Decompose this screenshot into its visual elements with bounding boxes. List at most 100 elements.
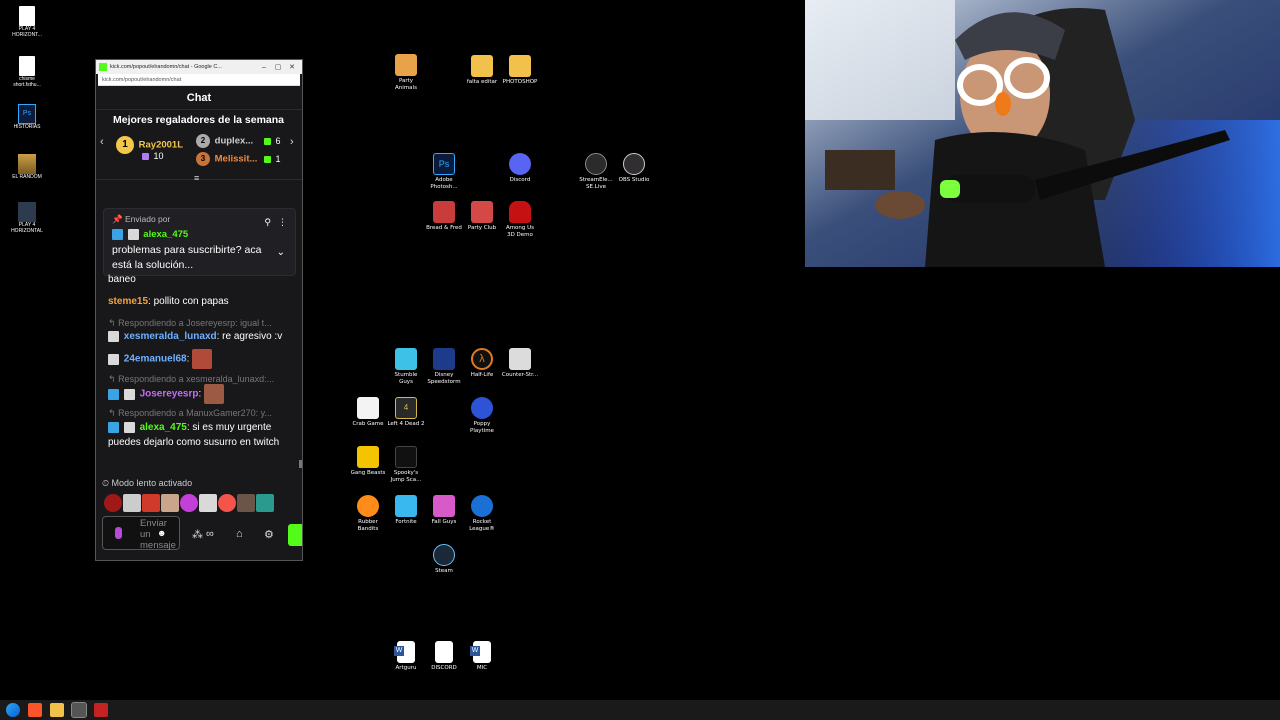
- message-text: baneo: [108, 274, 136, 285]
- webcam-feed-image: [805, 0, 1280, 267]
- icon-label: Spooky's Jump Sca...: [390, 470, 422, 483]
- users-icon[interactable]: ⁂: [192, 528, 203, 541]
- desktop-icon-counter-strike[interactable]: Counter-Str...: [494, 348, 546, 379]
- icon-label: MIC: [476, 665, 488, 671]
- chevron-down-icon[interactable]: ⌄: [277, 247, 285, 258]
- desktop-icon-mic[interactable]: W MIC: [456, 641, 508, 672]
- chat-username[interactable]: steme15: [108, 296, 148, 307]
- chat-username[interactable]: 24emanuel68: [124, 354, 187, 365]
- desktop-icon-party-animals[interactable]: Party Animals: [380, 54, 432, 92]
- windows-icon[interactable]: [6, 703, 20, 717]
- desktop-icon-adobe-photoshop[interactable]: Ps Adobe Photosh...: [418, 153, 470, 191]
- emote-icon[interactable]: [123, 494, 141, 512]
- desktop-icon-photoshop-folder[interactable]: PHOTOSHOP: [494, 55, 546, 86]
- desktop-icon-play4-horizontal-video[interactable]: PLAY 4 HORIZONTAL: [8, 202, 46, 234]
- pinned-message[interactable]: 📌 Enviado por ⚲ ⋮ alexa_475 problemas pa…: [103, 208, 296, 276]
- gifters-title: Mejores regaladores de la semana: [113, 114, 284, 126]
- emote-icon[interactable]: [104, 494, 122, 512]
- desktop-icon-poppy-playtime[interactable]: Poppy Playtime: [456, 397, 508, 435]
- url-bar[interactable]: kick.com/popout/elrandomn/chat: [98, 74, 300, 86]
- desktop-icon-spookys-jump-scare[interactable]: Spooky's Jump Sca...: [380, 446, 432, 484]
- icon-label: PHOTOSHOP: [502, 79, 538, 85]
- chat-input[interactable]: Enviar un mensaje ☻: [102, 516, 180, 551]
- chat-username[interactable]: xesmeralda_lunaxd: [124, 331, 217, 342]
- slow-mode-notice: ⏲ Modo lento activado: [102, 478, 192, 489]
- streamlabs-icon[interactable]: [94, 703, 108, 717]
- desktop-icon-chisme-short[interactable]: chisme short.fsthu...: [8, 56, 46, 88]
- gifter-2: 2 duplex...: [196, 134, 253, 148]
- unpin-icon[interactable]: ⚲: [264, 217, 271, 228]
- reply-reference[interactable]: ↰ Respondiendo a ManuxGamer270: y...: [108, 408, 288, 419]
- chat-popout-window[interactable]: kick.com/popout/elrandomn/chat - Google …: [95, 59, 303, 561]
- chat-username[interactable]: Josereyesrp: [140, 389, 199, 400]
- emote-bar[interactable]: [104, 494, 274, 512]
- desktop-icon-rocket-league[interactable]: Rocket League®: [456, 495, 508, 533]
- more-options-icon[interactable]: ⋮: [278, 217, 287, 228]
- emote-icon[interactable]: [256, 494, 274, 512]
- reply-text: Respondiendo a Josereyesrp: igual t...: [118, 318, 272, 328]
- desktop-icon-discord[interactable]: Discord: [494, 153, 546, 184]
- desktop-icon-historias[interactable]: Ps HISTORIAS: [8, 104, 46, 130]
- desktop-icon-obs-studio[interactable]: OBS Studio: [608, 153, 660, 184]
- desktop-icon-steam[interactable]: Steam: [418, 544, 470, 575]
- collapse-icon[interactable]: ≡: [194, 173, 199, 183]
- message-text: :: [186, 353, 190, 365]
- reply-icon: ↰: [108, 374, 116, 384]
- icon-label: HISTORIAS: [13, 124, 41, 130]
- brave-icon[interactable]: [28, 703, 42, 717]
- chat-message: xesmeralda_lunaxd: re agresivo :v: [108, 329, 290, 344]
- emote-image: [204, 384, 225, 404]
- emote-icon[interactable]: [199, 494, 217, 512]
- chat-username[interactable]: alexa_475: [140, 422, 187, 433]
- infinity-icon[interactable]: ∞: [206, 528, 214, 540]
- desktop-icon-among-us[interactable]: Among Us 3D Demo: [494, 201, 546, 239]
- icon-label: PLAY 4 HORIZONTAL: [11, 222, 43, 234]
- emoji-icon[interactable]: ☻: [157, 528, 166, 538]
- streamelements-icon: [585, 153, 607, 175]
- pinned-user: alexa_475: [143, 229, 189, 241]
- emote-icon[interactable]: [237, 494, 255, 512]
- scrollbar-thumb[interactable]: [299, 460, 302, 468]
- chevron-right-icon[interactable]: ›: [290, 136, 294, 148]
- reply-text: Respondiendo a xesmeralda_lunaxd:...: [118, 374, 275, 384]
- word-logo-icon: W: [394, 646, 404, 656]
- emote-icon[interactable]: [218, 494, 236, 512]
- chevron-left-icon[interactable]: ‹: [100, 136, 104, 148]
- pinned-label: Enviado por: [124, 214, 171, 224]
- icon-label: Party Animals: [395, 78, 417, 91]
- desktop-icon-play4-horizontal[interactable]: PLAY 4 HORIZONT...: [8, 6, 46, 38]
- taskbar: [0, 700, 1280, 720]
- chrome-icon[interactable]: [71, 702, 87, 718]
- icon-label: Among Us 3D Demo: [505, 225, 535, 238]
- emote-icon[interactable]: [142, 494, 160, 512]
- archive-icon: [18, 154, 36, 174]
- icon-label: chisme short.fsthu...: [13, 76, 41, 88]
- crab-game-icon: [357, 397, 379, 419]
- desktop-icon-left4dead2[interactable]: 4 Left 4 Dead 2: [380, 397, 432, 428]
- gear-icon[interactable]: ⚙: [264, 528, 274, 541]
- left4dead2-icon: 4: [395, 397, 417, 419]
- video-file-icon: [18, 202, 36, 222]
- minimize-icon[interactable]: –: [257, 64, 271, 71]
- folder-icon: [471, 55, 493, 77]
- file-explorer-icon[interactable]: [50, 703, 64, 717]
- subscriber-badge-icon: [123, 388, 135, 400]
- chat-message: 24emanuel68:: [108, 349, 290, 369]
- window-titlebar[interactable]: kick.com/popout/elrandomn/chat - Google …: [96, 60, 302, 74]
- store-icon[interactable]: ⌂: [236, 528, 243, 540]
- microphone-icon[interactable]: [115, 527, 122, 539]
- reply-icon: ↰: [108, 318, 116, 328]
- maximize-icon[interactable]: ▢: [271, 63, 285, 71]
- close-icon[interactable]: ✕: [285, 63, 299, 71]
- reply-reference[interactable]: ↰ Respondiendo a Josereyesrp: igual t...: [108, 318, 288, 329]
- chat-message: alexa_475: si es muy urgente puedes deja…: [108, 420, 290, 450]
- emote-icon[interactable]: [180, 494, 198, 512]
- gifter-name: duplex...: [214, 135, 254, 147]
- pin-icon: 📌: [112, 214, 123, 224]
- reply-text: Respondiendo a ManuxGamer270: y...: [118, 408, 272, 418]
- half-life-icon: λ: [471, 348, 493, 370]
- emote-icon[interactable]: [161, 494, 179, 512]
- desktop-icon-el-random[interactable]: EL RANDOM: [8, 154, 46, 180]
- rubber-bandits-icon: [357, 495, 379, 517]
- send-button[interactable]: [288, 524, 302, 546]
